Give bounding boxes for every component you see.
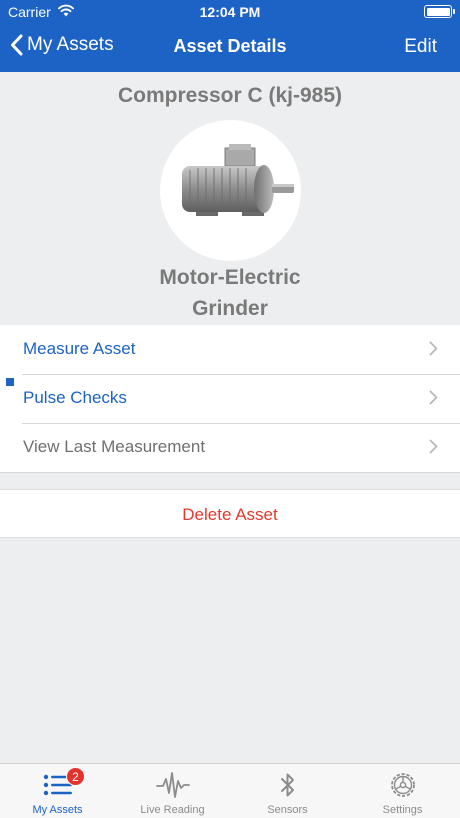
delete-asset-button[interactable]: Delete Asset bbox=[0, 489, 460, 538]
motor-image bbox=[182, 144, 294, 216]
view-last-measurement-label: View Last Measurement bbox=[23, 437, 206, 456]
view-last-measurement-row[interactable]: View Last Measurement bbox=[0, 423, 460, 472]
tab-sensors[interactable]: Sensors bbox=[230, 764, 345, 818]
asset-actions-list: Measure Asset Pulse Checks View Last Mea… bbox=[0, 325, 460, 473]
delete-asset-label: Delete Asset bbox=[182, 505, 278, 524]
tab-label: Settings bbox=[382, 804, 423, 816]
edit-button[interactable]: Edit bbox=[404, 36, 437, 58]
tab-label: Sensors bbox=[267, 804, 308, 816]
chevron-right-icon bbox=[429, 439, 438, 454]
navigation-bar: My Assets Asset Details Edit bbox=[0, 24, 460, 72]
tab-bar: 2 My Assets Live Reading Sensors Setting… bbox=[0, 763, 460, 818]
pulse-checks-label: Pulse Checks bbox=[23, 388, 127, 407]
battery-icon bbox=[424, 5, 455, 18]
bluetooth-icon bbox=[271, 770, 305, 800]
measure-asset-row[interactable]: Measure Asset bbox=[0, 325, 460, 374]
status-bar: Carrier 12:04 PM bbox=[0, 0, 460, 24]
chevron-right-icon bbox=[429, 390, 438, 405]
asset-type-line-1: Motor-Electric bbox=[159, 266, 301, 289]
pulse-checks-row[interactable]: Pulse Checks bbox=[0, 374, 460, 423]
notification-badge: 2 bbox=[66, 767, 85, 786]
measure-asset-label: Measure Asset bbox=[23, 339, 136, 358]
gear-icon bbox=[386, 770, 420, 800]
waveform-icon bbox=[155, 770, 190, 800]
tab-label: Live Reading bbox=[140, 804, 205, 816]
asset-type-line-2: Grinder bbox=[192, 297, 268, 320]
chevron-right-icon bbox=[429, 341, 438, 356]
selection-marker bbox=[6, 378, 14, 386]
tab-my-assets[interactable]: 2 My Assets bbox=[0, 764, 115, 818]
page-title: Asset Details bbox=[173, 36, 287, 56]
asset-photo bbox=[160, 120, 301, 261]
asset-name: Compressor C (kj-985) bbox=[117, 84, 343, 107]
tab-label: My Assets bbox=[32, 804, 83, 816]
tab-live-reading[interactable]: Live Reading bbox=[115, 764, 230, 818]
tab-settings[interactable]: Settings bbox=[345, 764, 460, 818]
top-bar: Carrier 12:04 PM My Assets Asset Details… bbox=[0, 0, 460, 72]
clock: 12:04 PM bbox=[199, 4, 261, 20]
asset-type: Motor-Electric Grinder bbox=[120, 262, 340, 324]
